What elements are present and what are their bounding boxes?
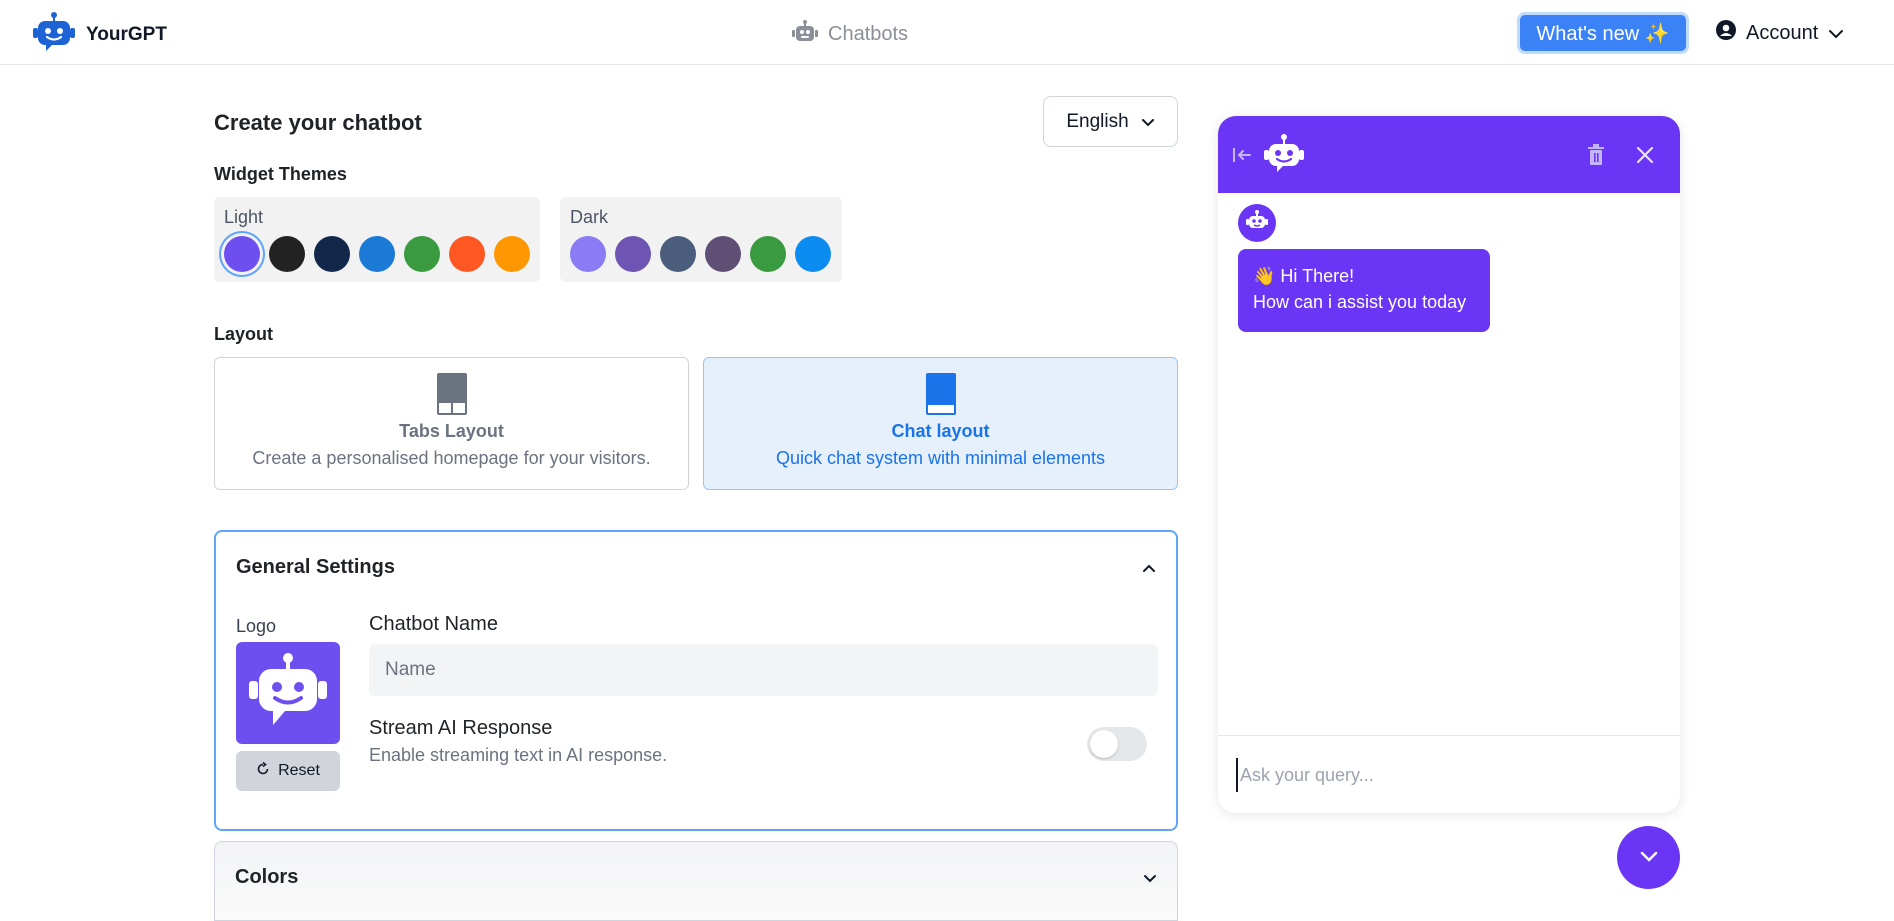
chat-layout-icon: [925, 373, 956, 415]
chevron-down-icon: [1828, 22, 1844, 45]
theme-swatch[interactable]: [615, 236, 651, 272]
colors-panel[interactable]: Colors: [214, 841, 1178, 921]
colors-title: Colors: [235, 866, 299, 888]
theme-swatch[interactable]: [404, 236, 440, 272]
reset-logo-button[interactable]: Reset: [236, 751, 340, 791]
chat-widget-preview: 👋 Hi There! How can i assist you today: [1218, 116, 1680, 813]
theme-group-title: Light: [224, 207, 264, 227]
brand-name: YourGPT: [86, 23, 167, 45]
chat-header: [1218, 116, 1680, 193]
chevron-down-icon: [1143, 870, 1157, 888]
theme-group-title: Dark: [570, 207, 609, 227]
light-swatches: [224, 236, 530, 272]
chat-footer: [1218, 735, 1680, 813]
reset-label: Reset: [278, 762, 320, 779]
layout-label: Layout: [214, 324, 274, 344]
theme-swatch[interactable]: [269, 236, 305, 272]
bot-avatar: [1238, 204, 1276, 242]
trash-icon[interactable]: [1586, 144, 1606, 171]
toggle-knob: [1090, 730, 1118, 758]
nav-chatbots-label: Chatbots: [828, 22, 909, 45]
theme-swatch[interactable]: [795, 236, 831, 272]
chatbot-name-label: Chatbot Name: [369, 613, 498, 635]
layout-option-desc: Create a personalised homepage for your …: [252, 448, 651, 468]
stream-ai-title: Stream AI Response: [369, 717, 553, 739]
theme-swatch[interactable]: [570, 236, 606, 272]
whats-new-button[interactable]: What's new ✨: [1517, 12, 1689, 54]
layout-option-name: Tabs Layout: [399, 421, 504, 441]
collapse-left-icon[interactable]: [1232, 146, 1252, 169]
layout-option-tabs[interactable]: Tabs Layout Create a personalised homepa…: [214, 357, 689, 490]
account-label: Account: [1746, 21, 1819, 44]
theme-swatch[interactable]: [750, 236, 786, 272]
tabs-layout-icon: [436, 373, 467, 415]
chatbot-name-input[interactable]: [369, 644, 1158, 696]
theme-swatch[interactable]: [660, 236, 696, 272]
logo-upload[interactable]: [236, 642, 340, 744]
message-line: 👋 Hi There!: [1253, 266, 1355, 286]
layout-option-desc: Quick chat system with minimal elements: [775, 448, 1106, 468]
theme-group-light: Light: [214, 197, 540, 282]
theme-swatch[interactable]: [449, 236, 485, 272]
robot-icon: [1245, 209, 1269, 237]
brand[interactable]: YourGPT: [32, 12, 167, 57]
user-circle-icon: [1716, 20, 1736, 46]
robot-logo-icon: [32, 12, 76, 57]
widget-themes-label: Widget Themes: [214, 164, 347, 184]
logo-label: Logo: [236, 616, 277, 636]
language-select[interactable]: English: [1043, 96, 1178, 147]
close-icon[interactable]: [1636, 146, 1654, 169]
theme-swatch[interactable]: [359, 236, 395, 272]
chat-query-input[interactable]: [1236, 758, 1656, 792]
theme-swatch[interactable]: [224, 236, 260, 272]
general-settings-panel: General Settings Logo Reset Chatbot Name…: [214, 530, 1178, 831]
page-title: Create your chatbot: [214, 110, 422, 135]
theme-swatch[interactable]: [705, 236, 741, 272]
top-navbar: YourGPT Chatbots What's new ✨ Account: [0, 0, 1894, 65]
bot-header-icon: [1263, 134, 1305, 179]
layout-option-chat[interactable]: Chat layout Quick chat system with minim…: [703, 357, 1178, 490]
chevron-down-icon: [1141, 111, 1155, 133]
message-line: How can i assist you today: [1253, 292, 1467, 312]
account-menu[interactable]: Account: [1716, 20, 1844, 46]
general-settings-title[interactable]: General Settings: [236, 556, 395, 579]
theme-swatch[interactable]: [494, 236, 530, 272]
chevron-down-icon: [1639, 849, 1659, 867]
stream-ai-desc: Enable streaming text in AI response.: [369, 745, 668, 765]
robot-icon: [792, 20, 818, 48]
refresh-icon: [256, 761, 270, 781]
dark-swatches: [570, 236, 832, 272]
chevron-up-icon[interactable]: [1142, 560, 1156, 578]
chat-toggle-button[interactable]: [1617, 826, 1680, 889]
language-value: English: [1066, 110, 1129, 132]
layout-option-name: Chat layout: [891, 421, 990, 441]
nav-chatbots[interactable]: Chatbots: [792, 20, 908, 48]
stream-ai-toggle[interactable]: [1087, 727, 1147, 761]
robot-logo-icon: [247, 652, 329, 734]
theme-group-dark: Dark: [560, 197, 842, 282]
bot-message-bubble: 👋 Hi There! How can i assist you today: [1238, 249, 1490, 332]
theme-swatch[interactable]: [314, 236, 350, 272]
